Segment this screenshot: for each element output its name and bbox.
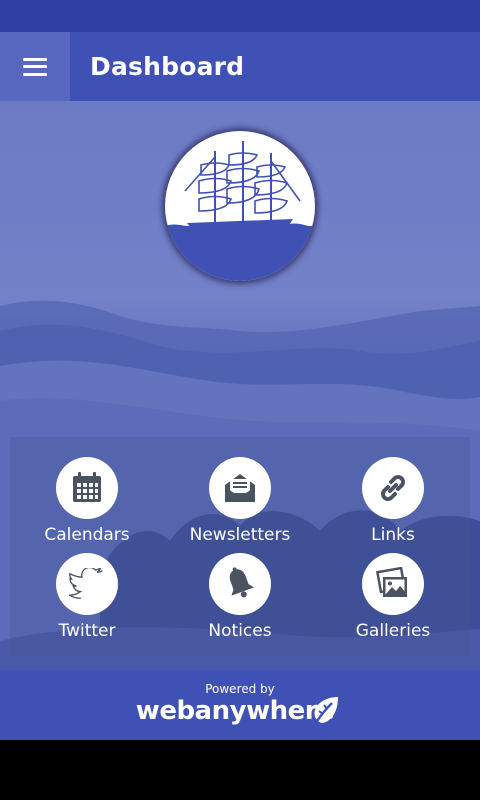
page-title: Dashboard [90,52,245,81]
leaf-icon [312,697,338,727]
tile-notices[interactable]: Notices [163,553,317,641]
tile-label: Galleries [355,621,431,641]
tile-links[interactable]: Links [316,457,470,545]
tile-calendars[interactable]: Calendars [10,457,164,545]
tile-label: Notices [208,621,272,641]
link-icon [381,475,405,501]
tile-twitter[interactable]: Twitter [10,553,164,641]
app-bar: Dashboard [0,32,480,101]
footer: Powered by webanywhere [0,670,480,740]
system-navigation-bar [0,740,480,800]
tile-newsletters[interactable]: Newsletters [163,457,317,545]
envelope-icon [225,474,255,502]
powered-by-text: Powered by [205,682,275,696]
tile-label: Twitter [58,621,116,641]
brand-name[interactable]: webanywhere [0,696,470,726]
menu-grid: Calendars Newsletters Links Twitter Noti… [10,437,470,657]
bell-icon [229,567,255,598]
background-landscape: Calendars Newsletters Links Twitter Noti… [0,101,480,670]
tile-label: Newsletters [189,525,291,545]
gallery-icon [375,567,407,597]
tile-label: Links [371,525,415,545]
hamburger-menu-icon [23,57,47,76]
calendar-icon [73,472,101,502]
sailing-ship-logo [165,141,315,281]
tile-galleries[interactable]: Galleries [316,553,470,641]
status-bar [0,0,480,32]
menu-button[interactable] [0,32,70,101]
tile-label: Calendars [44,525,130,545]
school-logo [165,131,315,281]
twitter-bird-icon [69,568,103,599]
